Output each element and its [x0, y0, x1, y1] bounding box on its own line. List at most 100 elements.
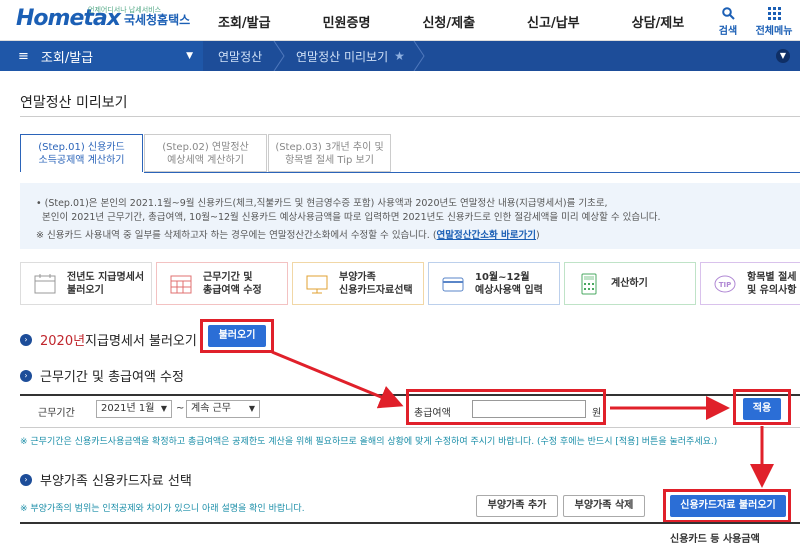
- info-note: ※ 신용카드 사용내역 중 일부를 삭제하고자 하는 경우에는 연말정산간소화에…: [36, 229, 800, 243]
- step-flow: 전년도 지급명세서 불러오기 근무기간 및 총급여액 수정 부양가족 신용카드자료선택…: [20, 262, 800, 305]
- tab-step3[interactable]: (Step.03) 3개년 추이 및 항목별 절세 Tip 보기: [268, 134, 391, 172]
- add-family-button[interactable]: 부양가족 추가: [476, 495, 558, 517]
- breadcrumb-item-preview[interactable]: 연말정산 미리보기 ★: [296, 41, 405, 71]
- logo-tagline: 언제어디서나 납세서비스: [88, 6, 162, 14]
- step-label: 불러오기: [67, 284, 104, 296]
- tab-step1[interactable]: (Step.01) 신용카드 소득공제액 계산하기: [20, 134, 143, 172]
- calculator-icon: [581, 273, 597, 294]
- breadcrumb-item-yearend[interactable]: 연말정산: [218, 41, 262, 71]
- bullet-icon: ›: [20, 369, 32, 382]
- info-line: 본인이 2021년 근무기간, 총급여액, 10월~12월 신용카드 예상사용금…: [42, 212, 661, 223]
- search-button[interactable]: 검색: [708, 4, 748, 37]
- breadcrumb-bar: ≡ 조회/발급 ▼ 연말정산 연말정산 미리보기 ★ ▼: [0, 41, 800, 71]
- section-load-statement: › 2020년 지급명세서 불러오기: [20, 330, 197, 349]
- step-label: 신용카드자료선택: [339, 284, 413, 296]
- gnb-item-report[interactable]: 신고/납부: [527, 12, 580, 31]
- delete-family-button[interactable]: 부양가족 삭제: [563, 495, 645, 517]
- menu-dropdown-label: 조회/발급: [40, 50, 94, 66]
- step-label: 항목별 절세 팁: [747, 271, 800, 283]
- highlight-box: [733, 389, 791, 425]
- tab-label: (Step.01) 신용카드: [38, 142, 125, 153]
- highlight-box: [200, 319, 274, 353]
- section-title: 근무기간 및 총급여액 수정: [40, 370, 184, 385]
- highlight-box: [663, 489, 791, 523]
- top-header: 언제어디서나 납세서비스 Hometax 국세청홈택스 조회/발급 민원증명 신…: [0, 0, 800, 41]
- gnb-item-consult[interactable]: 상담/제보: [632, 12, 685, 31]
- monitor-icon: [306, 275, 328, 293]
- step-label: 계산하기: [611, 278, 648, 289]
- step-load-statement: 전년도 지급명세서 불러오기: [20, 262, 152, 305]
- section-title: 부양가족 신용카드자료 선택: [40, 474, 192, 489]
- start-month-select[interactable]: 2021년 1월 ▼: [96, 400, 172, 418]
- hometax-logo[interactable]: 언제어디서나 납세서비스 Hometax 국세청홈택스: [16, 6, 190, 31]
- step-tips: TIP 항목별 절세 팁및 유의사항: [700, 262, 800, 305]
- step-edit-period: 근무기간 및 총급여액 수정: [156, 262, 288, 305]
- tabs-underline: [144, 172, 800, 173]
- card-icon: [442, 277, 464, 291]
- step-expected-usage: 10월~12월 예상사용액 입력: [428, 262, 560, 305]
- tab-label: (Step.03) 3개년 추이 및: [275, 142, 384, 153]
- chevron-down-icon: ▼: [248, 404, 255, 413]
- divider: [20, 116, 800, 117]
- tab-label: 예상세액 계산하기: [167, 155, 244, 166]
- bullet-icon: ›: [20, 473, 32, 486]
- info-note-text: ※ 신용카드 사용내역 중 일부를 삭제하고자 하는 경우에는 연말정산간소화에…: [36, 230, 437, 241]
- star-icon[interactable]: ★: [394, 49, 405, 63]
- tab-label: (Step.02) 연말정산: [162, 142, 249, 153]
- info-box: • (Step.01)은 본인의 2021.1월~9월 신용카드(체크,직불카드…: [20, 183, 800, 249]
- tab-step2[interactable]: (Step.02) 연말정산 예상세액 계산하기: [144, 134, 267, 172]
- tip-icon: TIP: [714, 275, 736, 292]
- page-title: 연말정산 미리보기: [20, 95, 128, 111]
- section-title: 지급명세서 불러오기: [85, 334, 197, 349]
- step-calculate: 계산하기: [564, 262, 696, 305]
- utility-menu: 검색 전체메뉴: [702, 4, 794, 37]
- card-usage-table-header: 신용카드 등 사용금액: [20, 522, 800, 551]
- table-header-label: 신용카드 등 사용금액: [670, 534, 760, 545]
- end-month-select[interactable]: 계속 근무 ▼: [186, 400, 260, 418]
- breadcrumb-separator-icon: [413, 41, 425, 71]
- highlight-box: [406, 389, 606, 425]
- simplified-link[interactable]: 연말정산간소화 바로가기: [437, 230, 536, 241]
- expand-icon[interactable]: ▼: [776, 49, 790, 63]
- section-year: 2020년: [40, 334, 86, 349]
- tilde-text: ~: [176, 403, 185, 414]
- section-family-card: › 부양가족 신용카드자료 선택: [20, 470, 192, 489]
- step-label: 예상사용액 입력: [475, 284, 543, 296]
- grid-icon: [767, 6, 781, 20]
- chevron-down-icon: ▼: [160, 404, 167, 413]
- svg-text:TIP: TIP: [719, 281, 732, 289]
- tab-label: 항목별 절세 Tip 보기: [285, 155, 374, 166]
- caret-down-icon: ▼: [186, 51, 193, 61]
- step-label: 전년도 지급명세서: [67, 271, 145, 283]
- allmenu-label: 전체메뉴: [755, 26, 793, 37]
- info-note-end: ): [535, 230, 540, 241]
- step-label: 근무기간 및: [203, 271, 253, 283]
- end-month-value: 계속 근무: [191, 403, 231, 414]
- hamburger-icon: ≡: [18, 48, 29, 64]
- step-tabs: (Step.01) 신용카드 소득공제액 계산하기 (Step.02) 연말정산…: [20, 134, 392, 172]
- gnb-item-apply[interactable]: 신청/제출: [422, 12, 475, 31]
- calendar-doc-icon: [34, 273, 56, 293]
- family-note: ※ 부양가족의 범위는 인적공제와 차이가 있으니 아래 설명을 확인 바랍니다…: [20, 504, 305, 514]
- step-family-card: 부양가족 신용카드자료선택: [292, 262, 424, 305]
- section-period-salary: › 근무기간 및 총급여액 수정: [20, 366, 184, 385]
- step-label: 부양가족: [339, 271, 376, 283]
- step-label: 총급여액 수정: [203, 284, 262, 296]
- tab-label: 소득공제액 계산하기: [38, 155, 125, 166]
- global-nav: 조회/발급 민원증명 신청/제출 신고/납부 상담/제보: [218, 12, 736, 31]
- breadcrumb-label: 연말정산 미리보기: [296, 49, 389, 64]
- calendar-grid-icon: [170, 275, 192, 293]
- bullet-icon: ›: [20, 333, 32, 346]
- breadcrumb-label: 연말정산: [218, 49, 263, 64]
- start-month-value: 2021년 1월: [101, 403, 155, 414]
- period-note: ※ 근무기간은 신용카드사용금액을 확정하고 총급여액은 공제한도 계산을 위해…: [20, 437, 718, 447]
- breadcrumb-separator-icon: [273, 41, 285, 71]
- menu-dropdown[interactable]: ≡ 조회/발급 ▼: [0, 41, 203, 71]
- gnb-item-inquiry[interactable]: 조회/발급: [218, 12, 271, 31]
- search-label: 검색: [718, 26, 738, 37]
- gnb-item-certificate[interactable]: 민원증명: [323, 12, 371, 31]
- step-label: 10월~12월: [475, 271, 530, 283]
- allmenu-button[interactable]: 전체메뉴: [754, 4, 794, 37]
- search-icon: [721, 6, 735, 20]
- info-line: • (Step.01)은 본인의 2021.1월~9월 신용카드(체크,직불카드…: [36, 198, 608, 209]
